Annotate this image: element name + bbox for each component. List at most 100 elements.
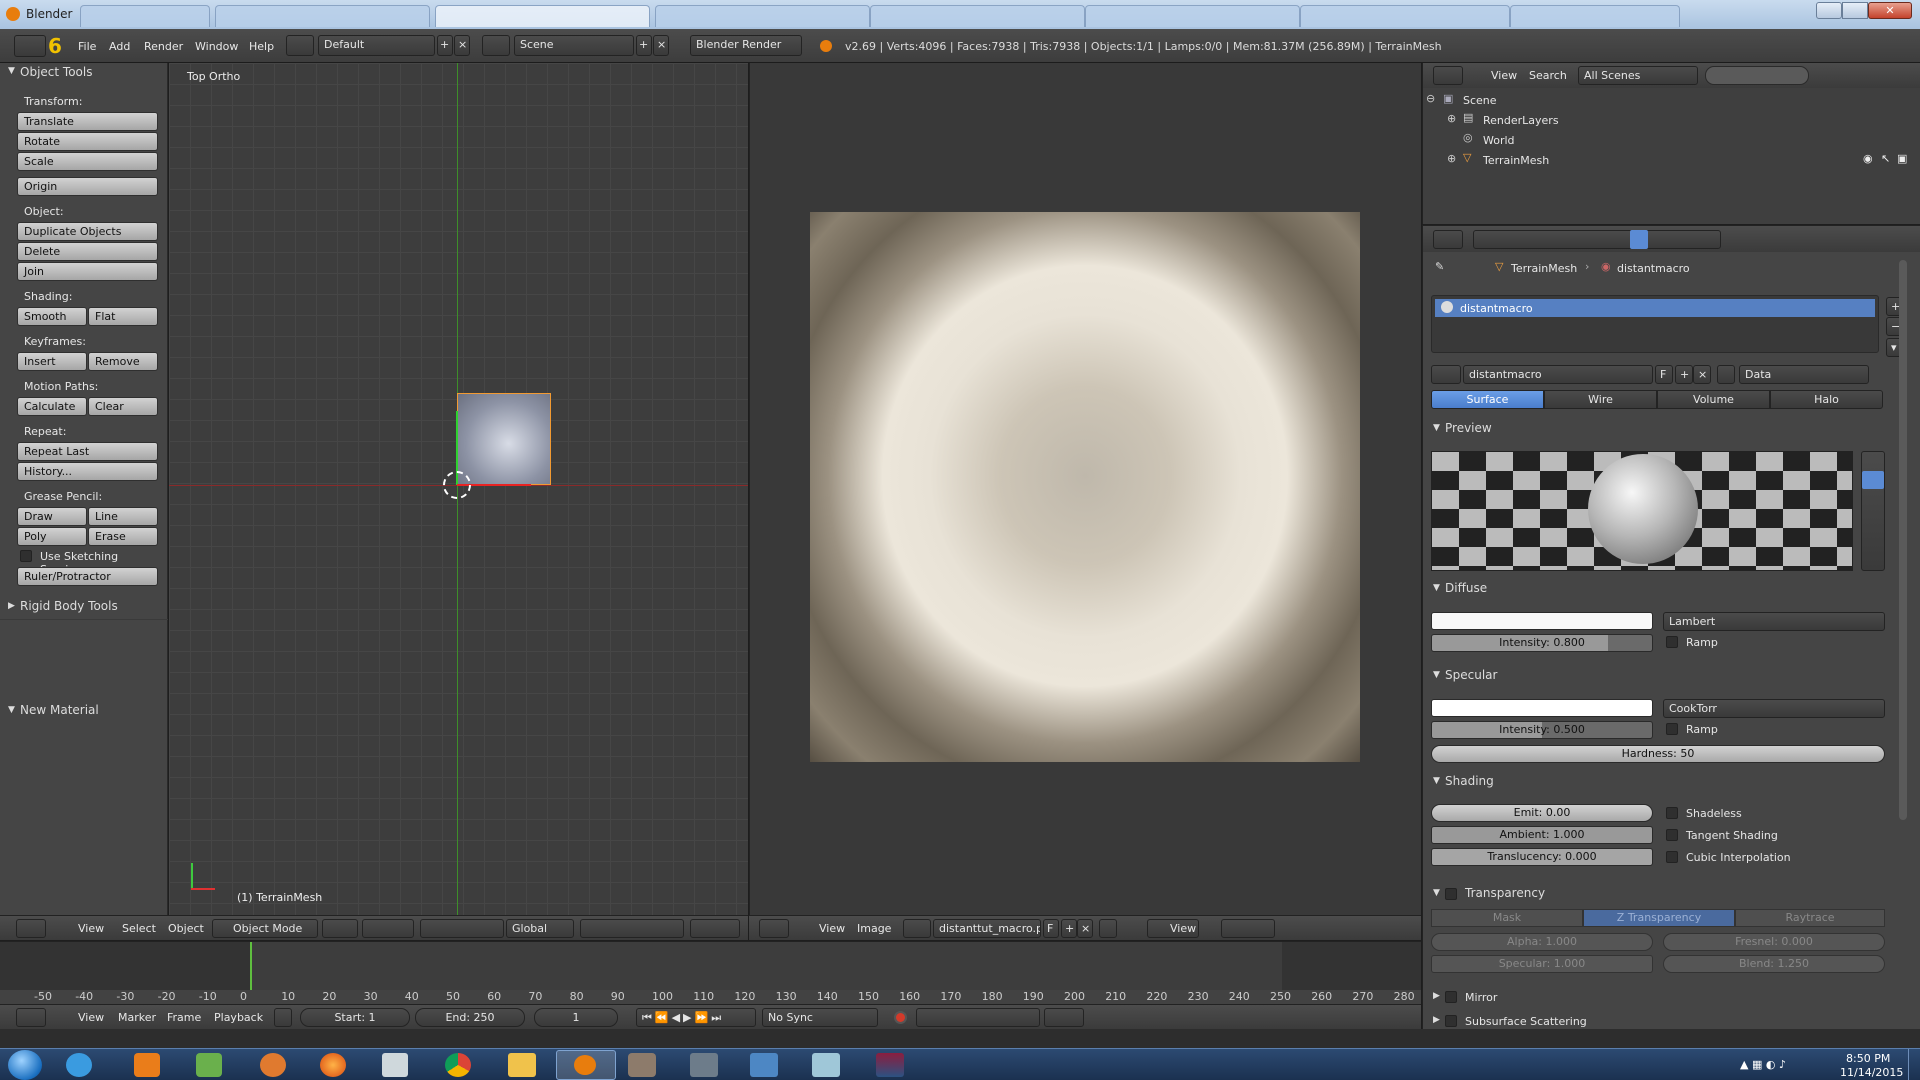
terrain-mesh-object[interactable] bbox=[457, 393, 551, 485]
shading-header[interactable]: Shading bbox=[1445, 774, 1494, 788]
layout-field[interactable]: Default bbox=[318, 35, 435, 56]
image-fake-user-button[interactable]: F bbox=[1043, 919, 1059, 938]
tab-mask[interactable]: Mask bbox=[1431, 909, 1583, 927]
manipulator-buttons[interactable] bbox=[420, 919, 504, 938]
material-slots-list[interactable]: distantmacro bbox=[1431, 295, 1879, 353]
material-fake-user-button[interactable]: F bbox=[1655, 365, 1673, 384]
menu-view-outliner[interactable]: View bbox=[1491, 69, 1517, 82]
menu-view-timeline[interactable]: View bbox=[78, 1011, 104, 1024]
menu-select-3d[interactable]: Select bbox=[122, 922, 156, 935]
material-remove-button[interactable]: × bbox=[1693, 365, 1711, 384]
layout-add-button[interactable]: + bbox=[437, 35, 453, 56]
fresnel-field[interactable]: Fresnel: 0.000 bbox=[1663, 933, 1885, 951]
menu-marker[interactable]: Marker bbox=[118, 1011, 156, 1024]
outliner-item-scene[interactable]: Scene bbox=[1463, 94, 1497, 107]
tab-wire[interactable]: Wire bbox=[1544, 390, 1657, 409]
material-browse-button[interactable] bbox=[1431, 365, 1461, 384]
menu-view-3d[interactable]: View bbox=[78, 922, 104, 935]
menu-playback[interactable]: Playback bbox=[214, 1011, 263, 1024]
properties-scrollbar[interactable] bbox=[1899, 260, 1907, 820]
tab-surface[interactable]: Surface bbox=[1431, 390, 1544, 409]
media-player-icon[interactable] bbox=[134, 1053, 160, 1077]
alpha-field[interactable]: Alpha: 1.000 bbox=[1431, 933, 1653, 951]
sketching-checkbox[interactable] bbox=[20, 550, 32, 562]
tab-halo[interactable]: Halo bbox=[1770, 390, 1883, 409]
shadeless-checkbox[interactable] bbox=[1666, 807, 1678, 819]
scene-icon[interactable] bbox=[482, 35, 510, 56]
blend-field[interactable]: Blend: 1.250 bbox=[1663, 955, 1885, 973]
tangent-checkbox[interactable] bbox=[1666, 829, 1678, 841]
display-mode-select[interactable]: All Scenes bbox=[1578, 66, 1698, 85]
origin-button[interactable]: Origin bbox=[17, 177, 158, 196]
layers-grid[interactable] bbox=[580, 919, 684, 938]
join-button[interactable]: Join bbox=[17, 262, 158, 281]
material-name-field[interactable]: distantmacro bbox=[1463, 365, 1653, 384]
diffuse-header[interactable]: Diffuse bbox=[1445, 581, 1487, 595]
ie-icon[interactable] bbox=[66, 1053, 92, 1077]
duplicate-objects-button[interactable]: Duplicate Objects bbox=[17, 222, 158, 241]
menu-file[interactable]: File bbox=[78, 40, 96, 53]
preview-range-button[interactable] bbox=[274, 1008, 292, 1027]
preview-sphere-button[interactable] bbox=[1862, 471, 1884, 489]
current-frame-line[interactable] bbox=[250, 942, 252, 990]
tab-z-transparency[interactable]: Z Transparency bbox=[1583, 909, 1735, 927]
menu-add[interactable]: Add bbox=[109, 40, 130, 53]
image-name-field[interactable]: distanttut_macro.png bbox=[933, 919, 1041, 938]
show-desktop-button[interactable] bbox=[1908, 1049, 1920, 1080]
transparency-header[interactable]: Transparency bbox=[1465, 886, 1545, 900]
lock-layer-button[interactable] bbox=[690, 919, 740, 938]
menu-view-image[interactable]: View bbox=[819, 922, 845, 935]
menu-frame[interactable]: Frame bbox=[167, 1011, 201, 1024]
app-icon-4[interactable] bbox=[260, 1053, 286, 1077]
object-tools-header[interactable]: Object Tools bbox=[20, 65, 92, 79]
visibility-eye-icon[interactable]: ◉ bbox=[1863, 152, 1873, 165]
mirror-checkbox[interactable] bbox=[1445, 991, 1457, 1003]
shading-collapse-icon[interactable]: ▼ bbox=[1433, 776, 1440, 786]
tab-raytrace[interactable]: Raytrace bbox=[1735, 909, 1885, 927]
new-material-header[interactable]: New Material bbox=[20, 703, 99, 717]
preview-type-buttons[interactable] bbox=[1861, 451, 1885, 571]
render-camera-icon[interactable]: ▣ bbox=[1897, 152, 1907, 165]
specular-collapse-icon[interactable]: ▼ bbox=[1433, 670, 1440, 680]
rigid-body-tools-header[interactable]: Rigid Body Tools bbox=[20, 599, 118, 613]
orientation-select[interactable]: Global bbox=[506, 919, 574, 938]
diffuse-color-field[interactable] bbox=[1431, 612, 1653, 630]
winrar-icon[interactable] bbox=[876, 1053, 904, 1077]
line-button[interactable]: Line bbox=[88, 507, 158, 526]
tab-volume[interactable]: Volume bbox=[1657, 390, 1770, 409]
end-frame-field[interactable]: End: 250 bbox=[415, 1008, 525, 1027]
specular-color-field[interactable] bbox=[1431, 699, 1653, 717]
area-divider-v2[interactable] bbox=[1421, 63, 1422, 1029]
menu-image[interactable]: Image bbox=[857, 922, 891, 935]
area-divider-v1[interactable] bbox=[748, 63, 749, 940]
sync-mode-select[interactable]: No Sync bbox=[762, 1008, 878, 1027]
chrome-icon[interactable] bbox=[445, 1053, 471, 1077]
app-icon-11[interactable] bbox=[690, 1053, 718, 1077]
mirror-expand-icon[interactable]: ▶ bbox=[1433, 991, 1440, 1001]
clock-date[interactable]: 11/14/2015 bbox=[1840, 1066, 1903, 1079]
render-engine-select[interactable]: Blender Render bbox=[690, 35, 802, 56]
tray-icons[interactable]: ▲ ▦ ◐ ♪ bbox=[1740, 1058, 1786, 1071]
cubic-checkbox[interactable] bbox=[1666, 851, 1678, 863]
scene-remove-button[interactable]: × bbox=[653, 35, 669, 56]
delete-button[interactable]: Delete bbox=[17, 242, 158, 261]
insert-keyframe-icons[interactable] bbox=[1044, 1008, 1084, 1027]
insert-keyframe-button[interactable]: Insert bbox=[17, 352, 87, 371]
editor-type-properties[interactable] bbox=[1433, 230, 1463, 249]
explorer-icon[interactable] bbox=[508, 1053, 536, 1077]
menu-help[interactable]: Help bbox=[249, 40, 274, 53]
expand-renderlayers-icon[interactable]: ⊕ bbox=[1447, 112, 1456, 125]
3d-viewport[interactable]: Top Ortho (1) TerrainMesh bbox=[169, 63, 748, 915]
editor-type-3d[interactable] bbox=[16, 919, 46, 938]
outliner-item-renderlayers[interactable]: RenderLayers bbox=[1483, 114, 1559, 127]
history-button[interactable]: History... bbox=[17, 462, 158, 481]
specular-t-field[interactable]: Specular: 1.000 bbox=[1431, 955, 1653, 973]
flat-button[interactable]: Flat bbox=[88, 307, 158, 326]
ruler-protractor-button[interactable]: Ruler/Protractor bbox=[17, 567, 158, 586]
layout-remove-button[interactable]: × bbox=[454, 35, 470, 56]
close-button[interactable]: ✕ bbox=[1868, 2, 1912, 19]
material-link-select[interactable]: Data bbox=[1739, 365, 1869, 384]
editor-type-button[interactable] bbox=[14, 35, 46, 57]
keying-set-field[interactable] bbox=[916, 1008, 1040, 1027]
specular-ramp-checkbox[interactable] bbox=[1666, 723, 1678, 735]
